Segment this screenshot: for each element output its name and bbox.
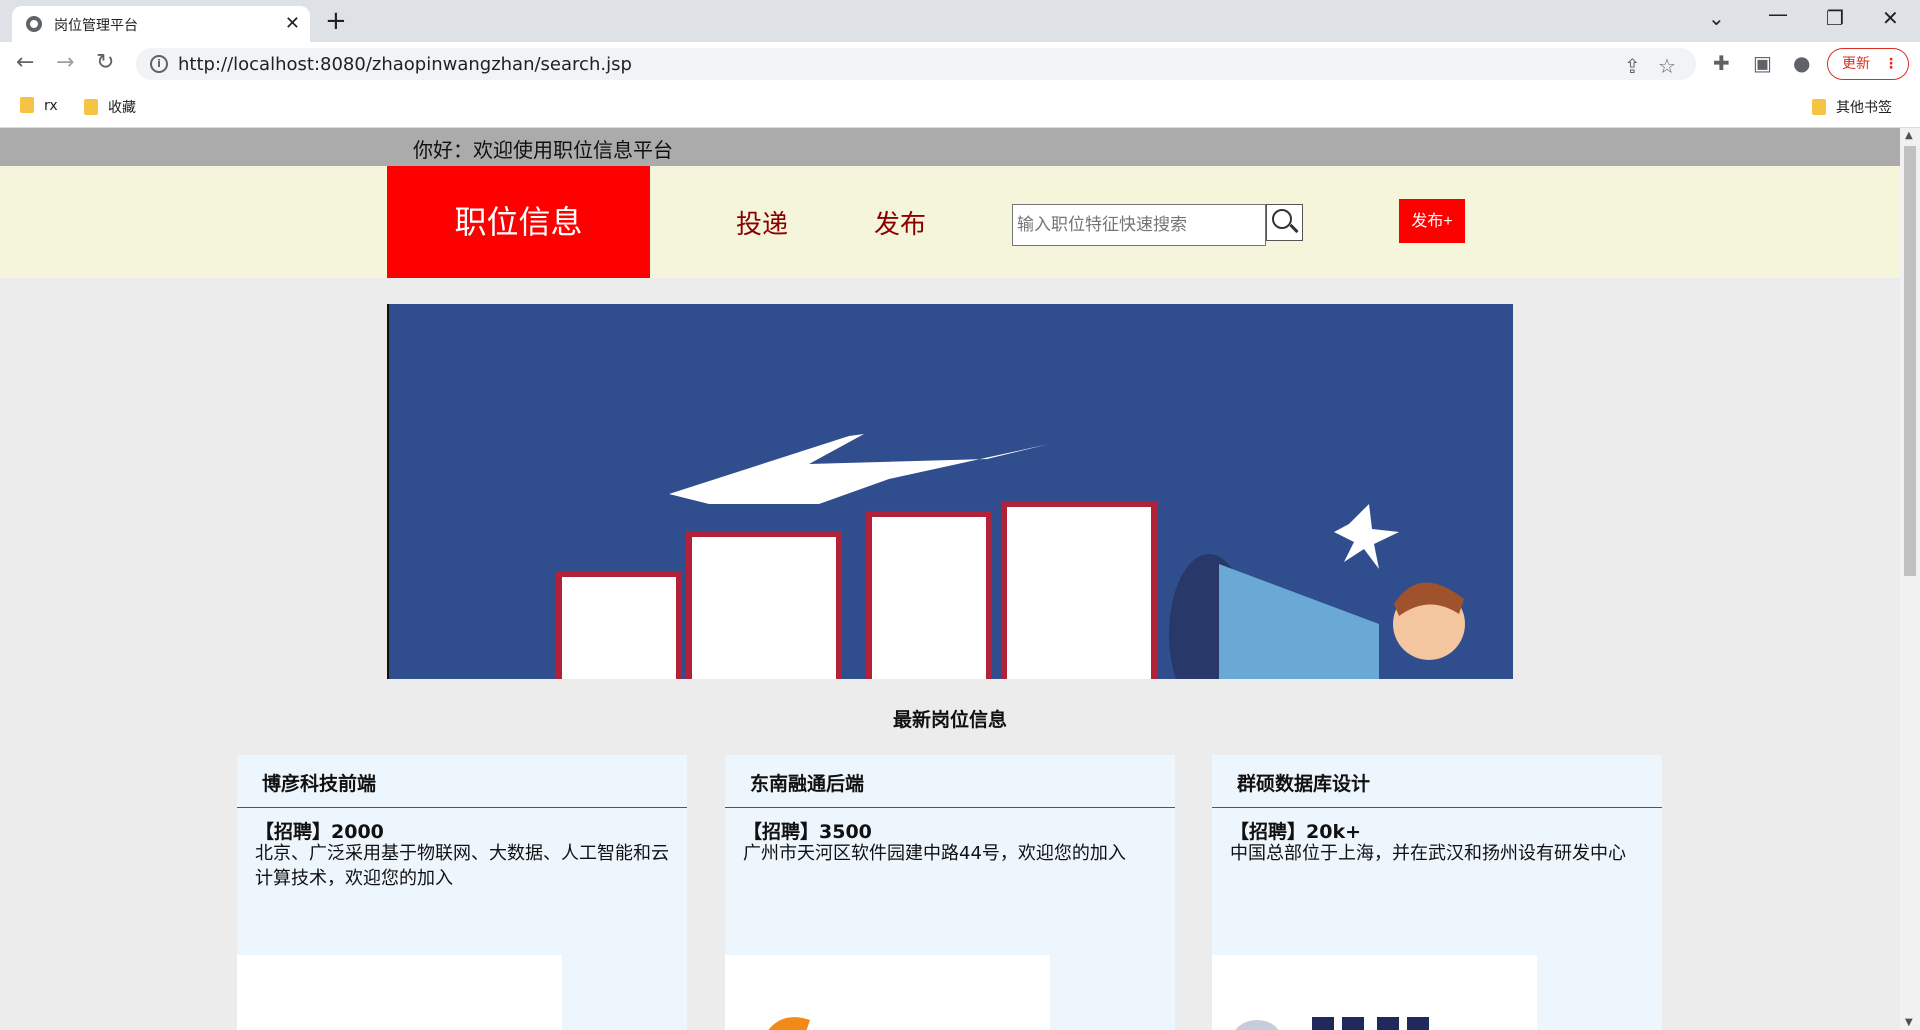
forward-icon[interactable]: → xyxy=(56,50,74,75)
divider xyxy=(1212,807,1662,808)
scroll-down-icon[interactable]: ▼ xyxy=(1905,1017,1913,1028)
new-tab-icon[interactable]: + xyxy=(325,6,347,36)
site-info-icon[interactable]: i xyxy=(150,55,168,73)
megaphone-body xyxy=(1219,564,1379,679)
search-icon-handle xyxy=(1289,223,1299,234)
greeting-bar: 你好：欢迎使用职位信息平台 xyxy=(0,128,1900,166)
globe-icon xyxy=(26,16,42,32)
tab-search-icon[interactable]: ⌄ xyxy=(1708,6,1725,30)
job-title[interactable]: 群硕数据库设计 xyxy=(1237,769,1370,796)
job-card[interactable]: 博彦科技前端 【招聘】2000 北京、广泛采用基于物联网、大数据、人工智能和云计… xyxy=(237,755,687,1030)
recruitment-banner xyxy=(387,304,1513,679)
company-image xyxy=(237,955,562,1030)
bookmark-label: 其他书签 xyxy=(1836,100,1892,116)
job-card[interactable]: 东南融通后端 【招聘】3500 广州市天河区软件园建中路44号，欢迎您的加入 xyxy=(725,755,1175,1030)
minimize-icon[interactable]: — xyxy=(1768,2,1788,26)
site-header: 职位信息 投递 发布 发布+ xyxy=(0,166,1900,278)
nav-deliver-link[interactable]: 投递 xyxy=(736,204,788,241)
job-description: 广州市天河区软件园建中路44号，欢迎您的加入 xyxy=(743,843,1126,864)
sparkle xyxy=(1334,504,1399,569)
divider xyxy=(237,807,687,808)
browser-tab[interactable]: 岗位管理平台 ✕ xyxy=(12,6,310,42)
bookmarks-bar: rx 收藏 其他书签 xyxy=(0,86,1920,128)
restore-icon[interactable]: ❐ xyxy=(1826,6,1844,30)
job-title[interactable]: 博彦科技前端 xyxy=(262,769,376,796)
logo-shape xyxy=(1342,1017,1364,1030)
company-logo-fragment xyxy=(1235,1017,1429,1030)
window-close-icon[interactable]: ✕ xyxy=(1882,6,1899,30)
search-input[interactable] xyxy=(1012,204,1266,246)
folder-icon xyxy=(20,97,34,113)
job-card[interactable]: 群硕数据库设计 【招聘】20k+ 中国总部位于上海，并在武汉和扬州设有研发中心 xyxy=(1212,755,1662,1030)
banner-char-fragment xyxy=(686,531,842,679)
publish-button[interactable]: 发布+ xyxy=(1399,199,1465,243)
bookmark-folder-favorites[interactable]: 收藏 xyxy=(84,97,136,117)
nav-publish-link[interactable]: 发布 xyxy=(874,204,926,241)
page-scrollbar[interactable]: ▲ ▼ xyxy=(1900,128,1920,1030)
search-button[interactable] xyxy=(1266,204,1303,241)
share-icon[interactable]: ⇪ xyxy=(1624,54,1641,78)
logo-shape xyxy=(1407,1017,1429,1030)
latest-jobs-title: 最新岗位信息 xyxy=(892,709,1007,731)
logo-shape xyxy=(1312,1017,1334,1030)
banner-char-fragment xyxy=(1001,501,1157,679)
extensions-icon[interactable]: ✚ xyxy=(1713,51,1730,75)
back-icon[interactable]: ← xyxy=(16,50,34,75)
tab-title: 岗位管理平台 xyxy=(54,18,138,34)
scroll-up-icon[interactable]: ▲ xyxy=(1905,130,1913,141)
page-viewport: 你好：欢迎使用职位信息平台 职位信息 投递 发布 发布+ 最新岗位信息 博彦科技… xyxy=(0,128,1900,1030)
browser-toolbar: ← → ↻ i http://localhost:8080/zhaopinwan… xyxy=(0,42,1920,86)
bookmark-label: 收藏 xyxy=(108,100,136,116)
logo-shape xyxy=(1235,1020,1279,1030)
reload-icon[interactable]: ↻ xyxy=(96,50,114,75)
banner-char-fragment xyxy=(866,511,992,679)
update-label: 更新 xyxy=(1842,56,1870,72)
company-image xyxy=(1212,955,1537,1030)
divider xyxy=(725,807,1175,808)
job-description: 中国总部位于上海，并在武汉和扬州设有研发中心 xyxy=(1230,843,1626,864)
address-bar[interactable]: i http://localhost:8080/zhaopinwangzhan/… xyxy=(136,48,1696,80)
banner-illustration xyxy=(556,434,1465,679)
greeting-text: 你好：欢迎使用职位信息平台 xyxy=(413,138,673,162)
bookmark-folder-rx[interactable]: rx xyxy=(20,97,58,114)
scrollbar-thumb[interactable] xyxy=(1904,146,1916,576)
job-description: 北京、广泛采用基于物联网、大数据、人工智能和云计算技术，欢迎您的加入 xyxy=(255,843,669,889)
job-salary: 【招聘】2000 xyxy=(255,821,384,843)
update-button[interactable]: 更新 ⋮ xyxy=(1827,48,1909,80)
bookmark-label: rx xyxy=(44,98,58,114)
browser-tab-strip: 岗位管理平台 ✕ + ⌄ — ❐ ✕ xyxy=(0,0,1920,42)
job-salary: 【招聘】3500 xyxy=(743,821,872,843)
close-tab-icon[interactable]: ✕ xyxy=(285,13,300,34)
bookmark-star-icon[interactable]: ☆ xyxy=(1658,54,1676,78)
company-logo-fragment xyxy=(768,1017,810,1030)
folder-icon xyxy=(84,99,98,115)
company-image xyxy=(725,955,1050,1030)
side-panel-icon[interactable]: ▣ xyxy=(1753,51,1772,75)
profile-icon[interactable]: ● xyxy=(1793,51,1810,75)
lightning-stroke xyxy=(669,434,1049,504)
logo-shape xyxy=(1377,1017,1399,1030)
other-bookmarks[interactable]: 其他书签 xyxy=(1812,97,1892,117)
url-text[interactable]: http://localhost:8080/zhaopinwangzhan/se… xyxy=(178,54,632,75)
menu-icon[interactable]: ⋮ xyxy=(1884,49,1898,79)
banner-char-fragment xyxy=(556,571,682,679)
site-logo[interactable]: 职位信息 xyxy=(387,166,650,278)
folder-icon xyxy=(1812,99,1826,115)
logo-shape xyxy=(768,1017,810,1030)
job-title[interactable]: 东南融通后端 xyxy=(750,769,864,796)
job-salary: 【招聘】20k+ xyxy=(1230,821,1361,843)
